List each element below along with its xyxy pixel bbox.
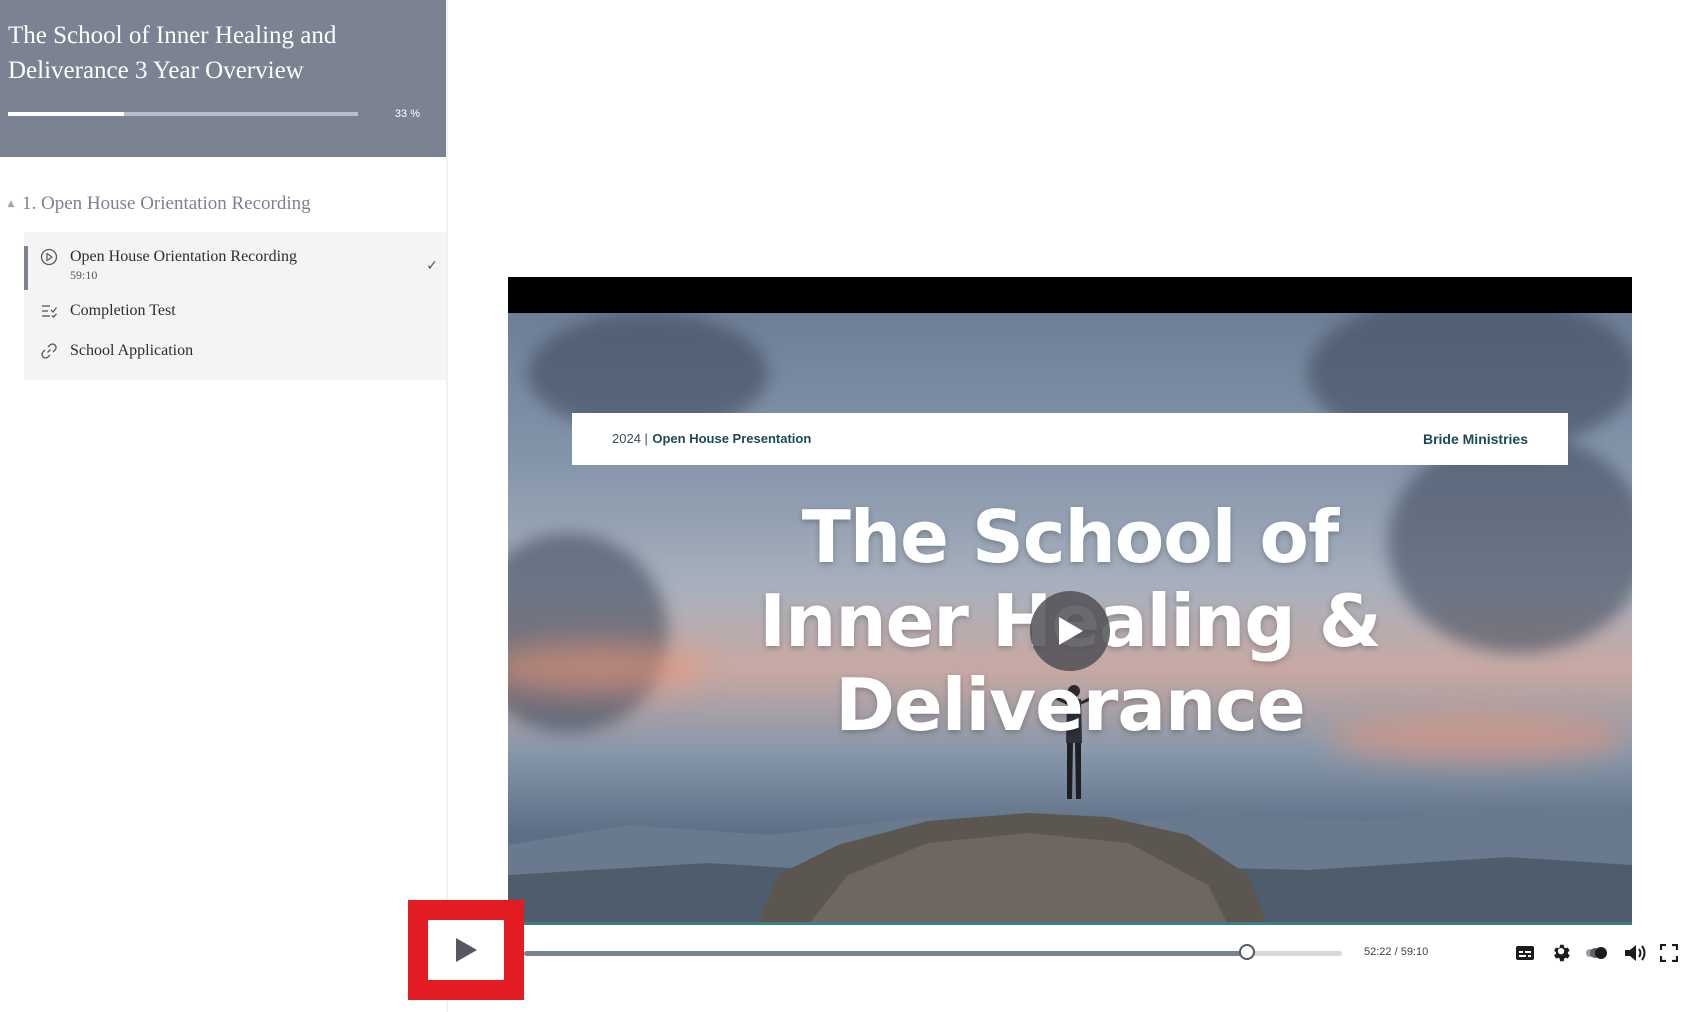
fullscreen-icon[interactable] xyxy=(1656,940,1682,966)
lesson-list: Open House Orientation Recording 59:10 ✓… xyxy=(24,232,446,380)
banner-brand: Bride Ministries xyxy=(1422,431,1528,447)
seek-progress xyxy=(524,951,1248,956)
slide-banner: 2024 | Open House Presentation Bride Min… xyxy=(572,413,1568,465)
course-progress-bar xyxy=(8,112,358,116)
big-play-button[interactable] xyxy=(1030,591,1110,671)
lesson-duration: 59:10 xyxy=(70,268,98,282)
course-progress-fill xyxy=(8,112,124,116)
course-title: The School of Inner Healing and Delivera… xyxy=(8,22,337,84)
play-button-highlight xyxy=(408,900,524,1000)
play-icon xyxy=(456,938,477,962)
section-heading[interactable]: ▲ 1. Open House Orientation Recording xyxy=(0,188,446,220)
lesson-title: Completion Test xyxy=(70,302,176,319)
slide-title-line: Deliverance xyxy=(835,663,1306,747)
lesson-item-school-application[interactable]: School Application xyxy=(24,340,446,370)
player-controls: 52:22 / 59:10 xyxy=(408,900,1683,1004)
video-frame[interactable]: 2024 | Open House Presentation Bride Min… xyxy=(508,313,1632,925)
completed-check-icon: ✓ xyxy=(426,258,438,274)
lesson-title: School Application xyxy=(70,342,194,359)
video-player[interactable]: 2024 | Open House Presentation Bride Min… xyxy=(508,277,1632,925)
lesson-title: Open House Orientation Recording xyxy=(70,248,298,265)
lesson-item-completion-test[interactable]: Completion Test xyxy=(24,300,446,330)
seek-bar[interactable] xyxy=(524,944,1342,960)
banner-year: 2024 | xyxy=(612,431,648,446)
volume-icon[interactable] xyxy=(1622,940,1648,966)
captions-icon[interactable] xyxy=(1512,940,1538,966)
slide-title-line: The School of xyxy=(801,495,1340,579)
link-icon xyxy=(38,340,60,362)
section-title: 1. Open House Orientation Recording xyxy=(22,193,311,214)
collapse-caret-icon[interactable]: ▲ xyxy=(0,199,22,209)
checklist-icon xyxy=(38,300,60,322)
course-header: The School of Inner Healing and Delivera… xyxy=(0,0,446,157)
play-circle-icon xyxy=(38,246,60,268)
seek-handle[interactable] xyxy=(1238,944,1255,960)
course-sidebar: The School of Inner Healing and Delivera… xyxy=(0,0,448,1012)
playback-speed-icon[interactable] xyxy=(1584,940,1610,966)
settings-gear-icon[interactable] xyxy=(1548,940,1574,966)
lesson-item-open-house-recording[interactable]: Open House Orientation Recording 59:10 ✓ xyxy=(24,246,450,290)
play-icon xyxy=(1059,617,1083,645)
time-display: 52:22 / 59:10 xyxy=(1364,946,1429,958)
play-button[interactable] xyxy=(428,920,504,980)
course-progress-percent: 33 % xyxy=(394,108,420,120)
banner-presentation: Open House Presentation xyxy=(652,431,812,446)
